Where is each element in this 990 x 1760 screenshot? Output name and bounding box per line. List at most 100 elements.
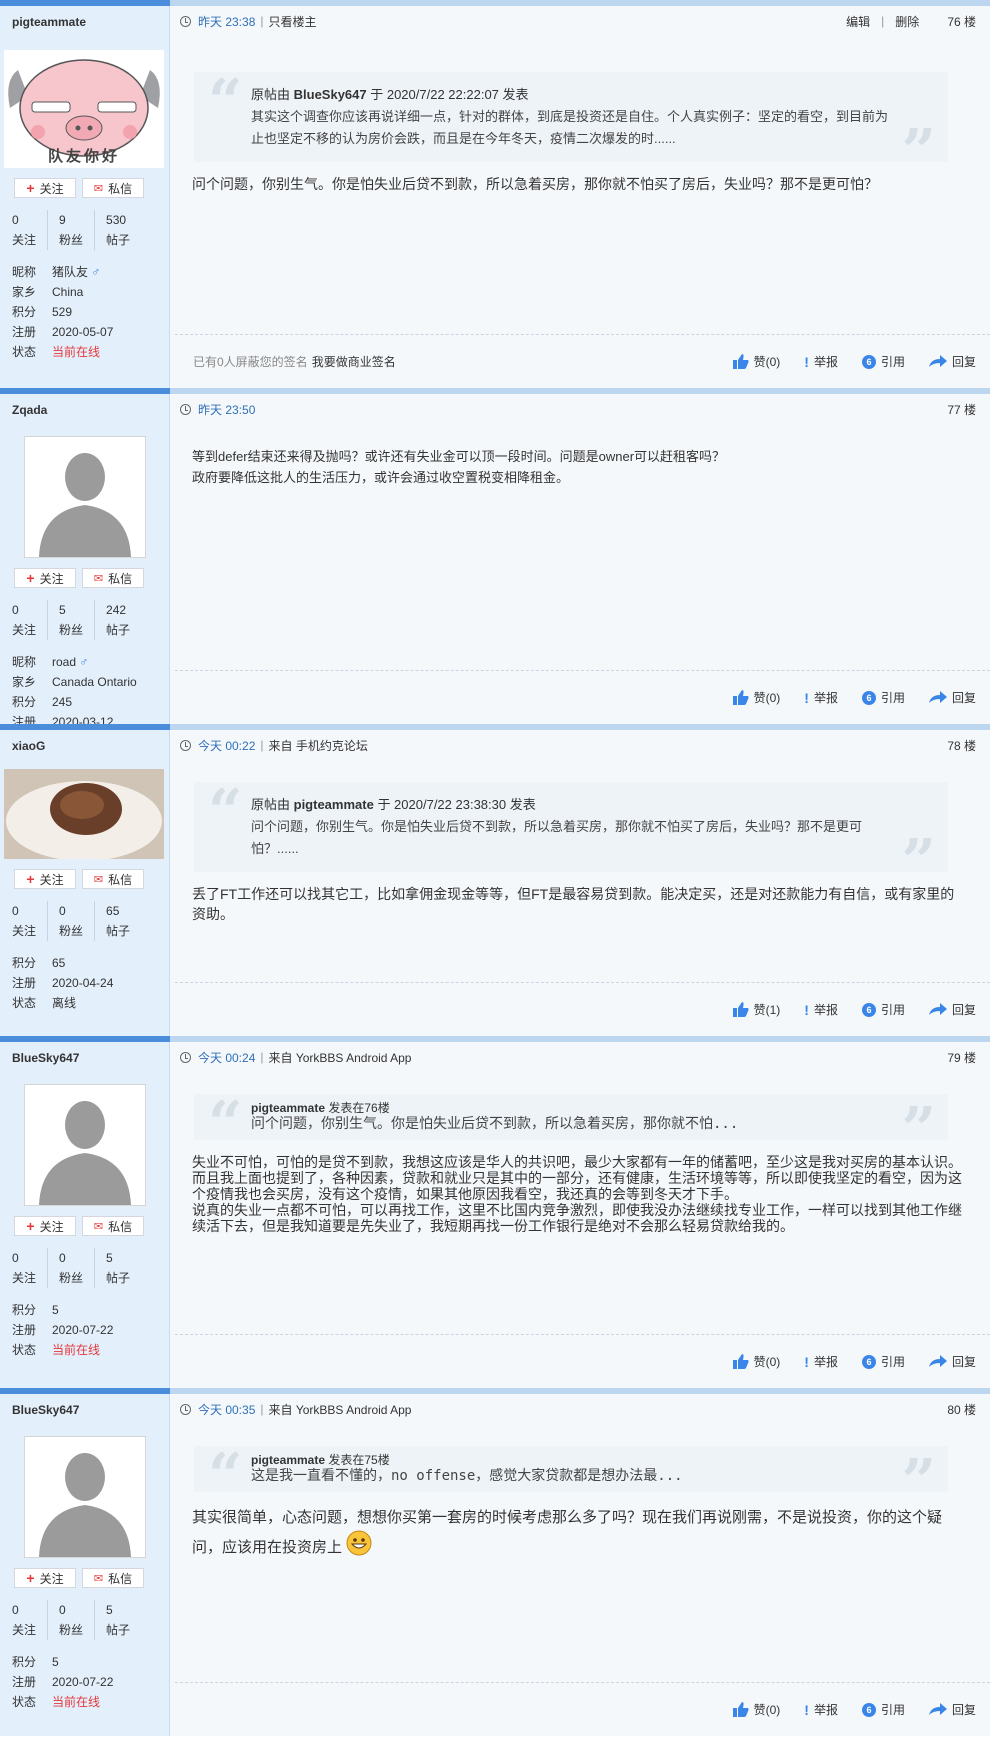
delete-link[interactable]: 删除 bbox=[895, 13, 919, 30]
reply-button[interactable]: 回复 bbox=[928, 1701, 976, 1718]
user-panel: xiaoG + 关注 ✉ 私信 0 关注 0 粉丝 65 帖子 积分 65 注册 2020-0… bbox=[0, 730, 170, 1036]
user-stats: 0 关注 0 粉丝 5 帖子 bbox=[12, 1600, 169, 1640]
follow-button[interactable]: + 关注 bbox=[14, 568, 76, 588]
stat-following[interactable]: 0 关注 bbox=[12, 210, 49, 250]
post-content: 今天 00:22 | 来自 手机约克论坛 78 楼 “ 原帖由 pigteamm… bbox=[170, 730, 990, 1036]
quote-author[interactable]: pigteammate bbox=[251, 1453, 325, 1467]
stat-fans[interactable]: 0 粉丝 bbox=[59, 1248, 96, 1288]
like-button[interactable]: 赞(1) bbox=[732, 1001, 780, 1018]
message-button[interactable]: ✉ 私信 bbox=[82, 869, 144, 889]
stat-fans[interactable]: 9 粉丝 bbox=[59, 210, 96, 250]
follow-button[interactable]: + 关注 bbox=[14, 178, 76, 198]
close-quote-icon: ” bbox=[901, 117, 936, 187]
source-label: 来自 手机约克论坛 bbox=[268, 738, 368, 753]
commercial-signature-link[interactable]: 我要做商业签名 bbox=[312, 355, 396, 369]
report-button[interactable]: ! 举报 bbox=[804, 1701, 838, 1718]
like-button[interactable]: 赞(0) bbox=[732, 1353, 780, 1370]
stat-fans[interactable]: 0 粉丝 bbox=[59, 1600, 96, 1640]
report-button[interactable]: ! 举报 bbox=[804, 353, 838, 370]
post-content: 昨天 23:38 | 只看楼主 编辑 | 删除 76 楼 “ 原帖由 BlueS… bbox=[170, 6, 990, 388]
avatar[interactable] bbox=[4, 769, 164, 859]
thumbs-up-icon bbox=[732, 1002, 749, 1017]
stat-following[interactable]: 0 关注 bbox=[12, 600, 49, 640]
user-panel: BlueSky647 + 关注 ✉ 私信 0 关注 0 粉丝 5 帖子 积分 5 注册 202… bbox=[0, 1394, 170, 1736]
quote-author[interactable]: pigteammate bbox=[294, 797, 374, 812]
post-header: 今天 00:22 | 来自 手机约克论坛 78 楼 bbox=[170, 730, 990, 760]
quote-block: “ 原帖由 BlueSky647 于 2020/7/22 22:22:07 发表… bbox=[194, 72, 948, 182]
post-content: 昨天 23:50 77 楼 等到defer结束还来得及抛吗？或许还有失业金可以顶… bbox=[170, 394, 990, 724]
exclamation-icon: ! bbox=[804, 1353, 809, 1370]
stat-posts[interactable]: 242 帖子 bbox=[106, 600, 141, 640]
stat-posts[interactable]: 5 帖子 bbox=[106, 1248, 141, 1288]
reply-button[interactable]: 回复 bbox=[928, 1353, 976, 1370]
thumbs-up-icon bbox=[732, 690, 749, 705]
like-button[interactable]: 赞(0) bbox=[732, 689, 780, 706]
avatar[interactable] bbox=[23, 436, 146, 558]
clock-icon bbox=[180, 403, 191, 415]
plus-icon: + bbox=[26, 1570, 35, 1586]
stat-fans[interactable]: 5 粉丝 bbox=[59, 600, 96, 640]
report-button[interactable]: ! 举报 bbox=[804, 1353, 838, 1370]
only-op-link[interactable]: 只看楼主 bbox=[269, 13, 317, 30]
report-button[interactable]: ! 举报 bbox=[804, 689, 838, 706]
cite-button[interactable]: 6 引用 bbox=[861, 1701, 905, 1718]
post-footer: 赞(1) ! 举报 6 引用 回复 bbox=[175, 982, 990, 1036]
hometown: China bbox=[52, 285, 84, 299]
cite-button[interactable]: 6 引用 bbox=[861, 1353, 905, 1370]
thumbs-up-icon bbox=[732, 354, 749, 369]
close-quote-icon: ” bbox=[901, 1095, 936, 1165]
register-date: 2020-04-24 bbox=[52, 976, 114, 990]
stat-posts[interactable]: 530 帖子 bbox=[106, 210, 141, 250]
quote-author[interactable]: pigteammate bbox=[251, 1101, 325, 1115]
like-button[interactable]: 赞(0) bbox=[732, 353, 780, 370]
cite-button[interactable]: 6 引用 bbox=[861, 689, 905, 706]
report-button[interactable]: ! 举报 bbox=[804, 1001, 838, 1018]
source-label: 来自 YorkBBS Android App bbox=[268, 1402, 412, 1417]
plus-icon: + bbox=[26, 180, 35, 196]
follow-button[interactable]: + 关注 bbox=[14, 1568, 76, 1588]
follow-button[interactable]: + 关注 bbox=[14, 1216, 76, 1236]
username[interactable]: BlueSky647 bbox=[0, 1394, 169, 1418]
post-body: 失业不可怕，可怕的是贷不到款，我想这应该是华人的共识吧，最少大家都有一年的储蓄吧… bbox=[192, 1154, 962, 1234]
stat-following[interactable]: 0 关注 bbox=[12, 1600, 49, 1640]
cite-icon: 6 bbox=[861, 1002, 876, 1017]
stat-posts[interactable]: 5 帖子 bbox=[106, 1600, 141, 1640]
plus-icon: + bbox=[26, 871, 35, 887]
username[interactable]: Zqada bbox=[0, 394, 169, 418]
post-content: 今天 00:24 | 来自 YorkBBS Android App 79 楼 “… bbox=[170, 1042, 990, 1388]
avatar[interactable]: 队友你好 bbox=[4, 50, 164, 168]
message-button[interactable]: ✉ 私信 bbox=[82, 178, 144, 198]
reply-button[interactable]: 回复 bbox=[928, 353, 976, 370]
exclamation-icon: ! bbox=[804, 1701, 809, 1718]
nickname: 猪队友 ♂ bbox=[52, 265, 101, 279]
default-avatar-icon bbox=[24, 1085, 145, 1205]
stat-fans[interactable]: 0 粉丝 bbox=[59, 901, 96, 941]
open-quote-icon: “ bbox=[208, 1441, 243, 1511]
cite-button[interactable]: 6 引用 bbox=[861, 353, 905, 370]
clock-icon bbox=[180, 739, 191, 751]
stat-following[interactable]: 0 关注 bbox=[12, 1248, 49, 1288]
username[interactable]: BlueSky647 bbox=[0, 1042, 169, 1066]
stat-posts[interactable]: 65 帖子 bbox=[106, 901, 141, 941]
user-panel: pigteammate 队友你好 + 关注 ✉ 私信 0 关注 9 粉丝 530… bbox=[0, 6, 170, 388]
status: 离线 bbox=[52, 996, 77, 1010]
quote-author[interactable]: BlueSky647 bbox=[294, 87, 367, 102]
username[interactable]: xiaoG bbox=[0, 730, 169, 754]
message-button[interactable]: ✉ 私信 bbox=[82, 1216, 144, 1236]
username[interactable]: pigteammate bbox=[0, 6, 169, 30]
message-button[interactable]: ✉ 私信 bbox=[82, 1568, 144, 1588]
avatar[interactable] bbox=[23, 1436, 146, 1558]
reply-button[interactable]: 回复 bbox=[928, 689, 976, 706]
avatar[interactable] bbox=[23, 1084, 146, 1206]
like-button[interactable]: 赞(0) bbox=[732, 1701, 780, 1718]
message-button[interactable]: ✉ 私信 bbox=[82, 568, 144, 588]
clock-icon bbox=[180, 1403, 191, 1415]
status: 当前在线 bbox=[52, 1343, 101, 1357]
edit-link[interactable]: 编辑 bbox=[846, 13, 870, 30]
reply-arrow-icon bbox=[928, 1003, 947, 1015]
reply-button[interactable]: 回复 bbox=[928, 1001, 976, 1018]
post-time: 今天 00:24 bbox=[198, 1050, 256, 1065]
stat-following[interactable]: 0 关注 bbox=[12, 901, 49, 941]
follow-button[interactable]: + 关注 bbox=[14, 869, 76, 889]
cite-button[interactable]: 6 引用 bbox=[861, 1001, 905, 1018]
